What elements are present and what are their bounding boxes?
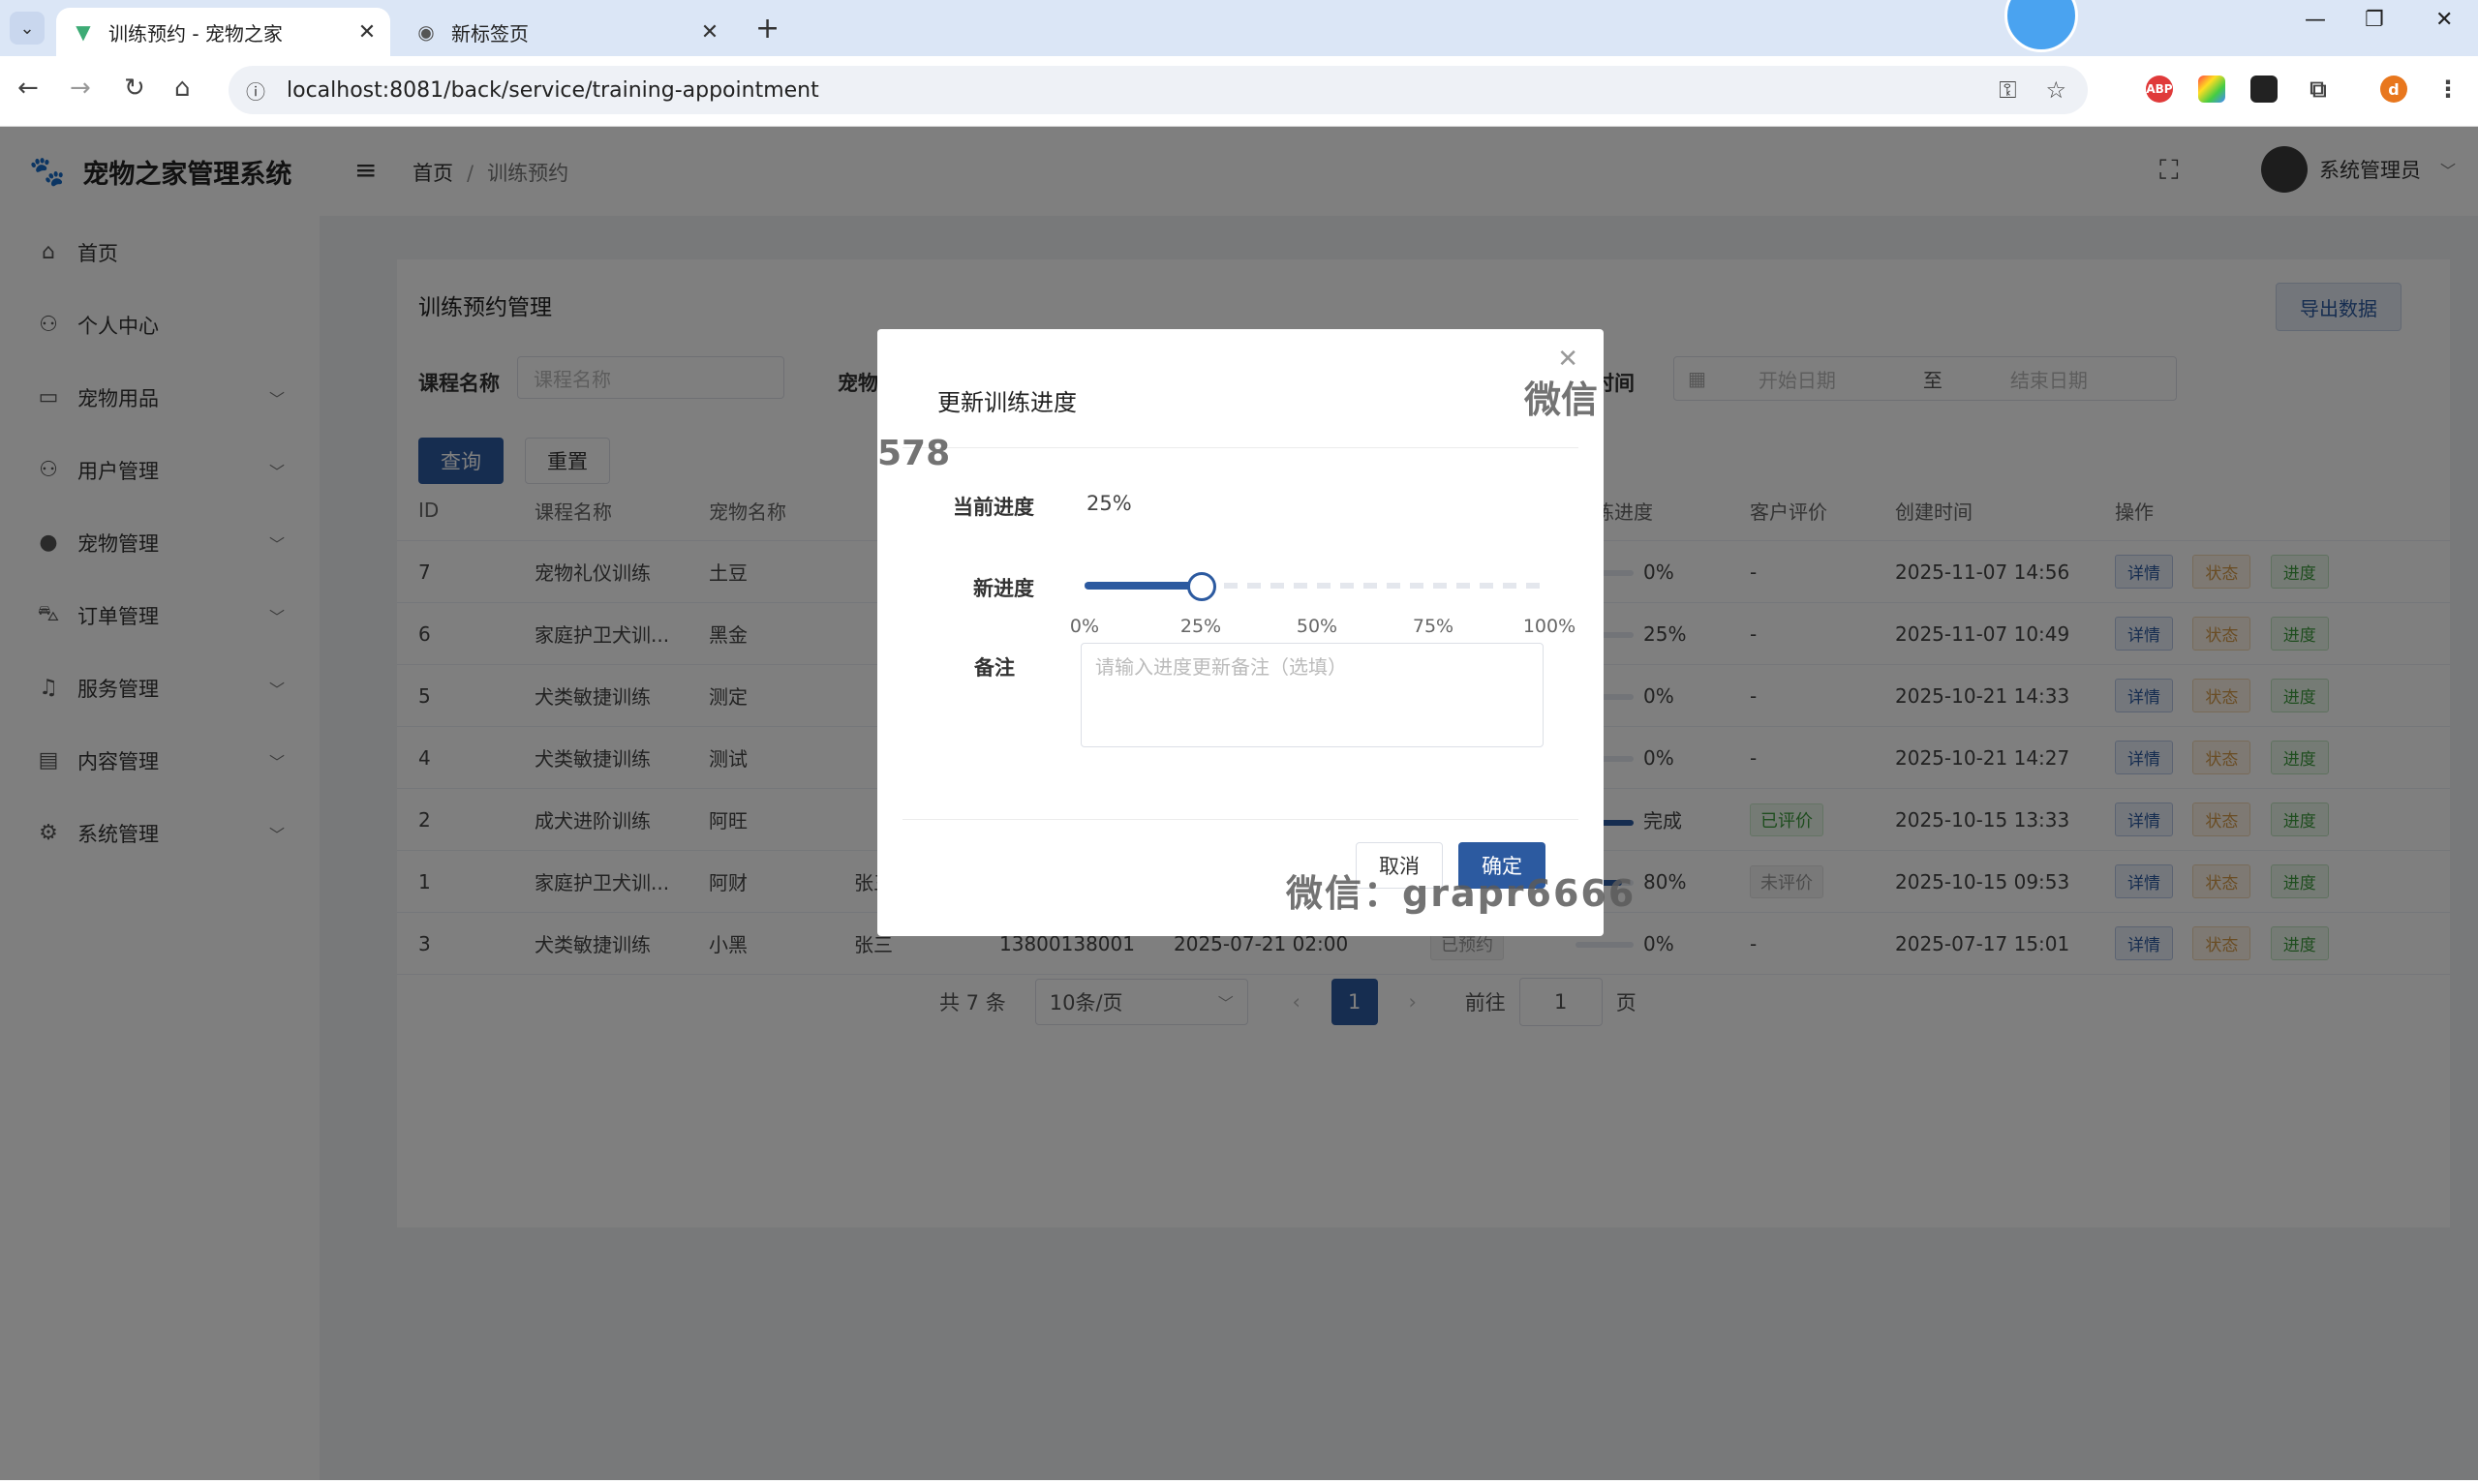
back-icon[interactable]: ← [17,74,39,103]
progress-slider[interactable] [1085,572,1549,601]
slider-tick-label: 100% [1522,616,1576,637]
vue-logo-icon: ▼ [76,20,91,44]
tab-title: 训练预约 - 宠物之家 [108,21,283,45]
profile-bubble-icon [2004,0,2078,52]
update-progress-dialog: 更新训练进度 ✕ 当前进度 25% 新进度 0% 25% 50% 75% 100% 备注… [877,329,1604,936]
slider-fill [1085,582,1201,590]
extension-color-icon[interactable] [2198,76,2225,103]
watermark: 578 [877,434,951,473]
browser-tab-strip: ⌄ ▼ 训练预约 - 宠物之家 ✕ ◉ 新标签页 ✕ + — ❐ ✕ [0,0,2478,56]
close-window-icon[interactable]: ✕ [2435,8,2453,32]
slider-tick-label: 75% [1412,616,1454,637]
tab-search-button[interactable]: ⌄ [10,12,45,45]
puzzle-icon[interactable]: ⧉ [2305,76,2332,103]
current-progress-value: 25% [1086,492,1132,515]
slider-tick-label: 25% [1179,616,1222,637]
slider-handle[interactable] [1187,572,1216,601]
current-progress-label: 当前进度 [953,496,1034,519]
more-icon[interactable]: ⋮ [2434,76,2462,103]
reload-icon[interactable]: ↻ [124,74,145,103]
new-tab-button[interactable]: + [755,12,780,45]
tab-title: 新标签页 [451,21,529,45]
url-field[interactable]: ⓘ localhost:8081/back/service/training-a… [229,66,2088,114]
globe-icon: ◉ [417,20,435,44]
profile-avatar-icon[interactable]: d [2380,76,2407,103]
divider [902,819,1578,820]
dialog-title: 更新训练进度 [937,389,1077,416]
key-icon[interactable]: ⚿ [1999,76,2016,104]
adblock-icon[interactable]: ABP [2146,76,2173,103]
browser-tab-active[interactable]: ▼ 训练预约 - 宠物之家 ✕ [56,8,390,56]
divider [902,447,1578,448]
note-label: 备注 [974,656,1015,680]
star-icon[interactable]: ☆ [2045,76,2066,104]
address-bar: ← → ↻ ⌂ ⓘ localhost:8081/back/service/tr… [0,56,2478,127]
minimize-icon[interactable]: — [2305,8,2326,32]
slider-tick-label: 50% [1296,616,1338,637]
browser-tab[interactable]: ◉ 新标签页 ✕ [399,8,733,56]
home-icon[interactable]: ⌂ [174,74,191,103]
close-tab-icon[interactable]: ✕ [696,20,723,45]
restore-icon[interactable]: ❐ [2365,8,2384,32]
site-info-icon[interactable]: ⓘ [246,76,275,105]
note-textarea[interactable]: 请输入进度更新备注（选填） [1081,643,1544,747]
forward-icon[interactable]: → [70,74,91,103]
watermark: 微信 [1524,379,1599,421]
url-text: localhost:8081/back/service/training-app… [287,77,819,103]
new-progress-label: 新进度 [973,577,1034,600]
watermark: 微信：grapr6666 [1286,872,1637,915]
close-tab-icon[interactable]: ✕ [353,20,381,45]
slider-tick-label: 0% [1069,616,1100,637]
extension-icon[interactable] [2250,76,2278,103]
